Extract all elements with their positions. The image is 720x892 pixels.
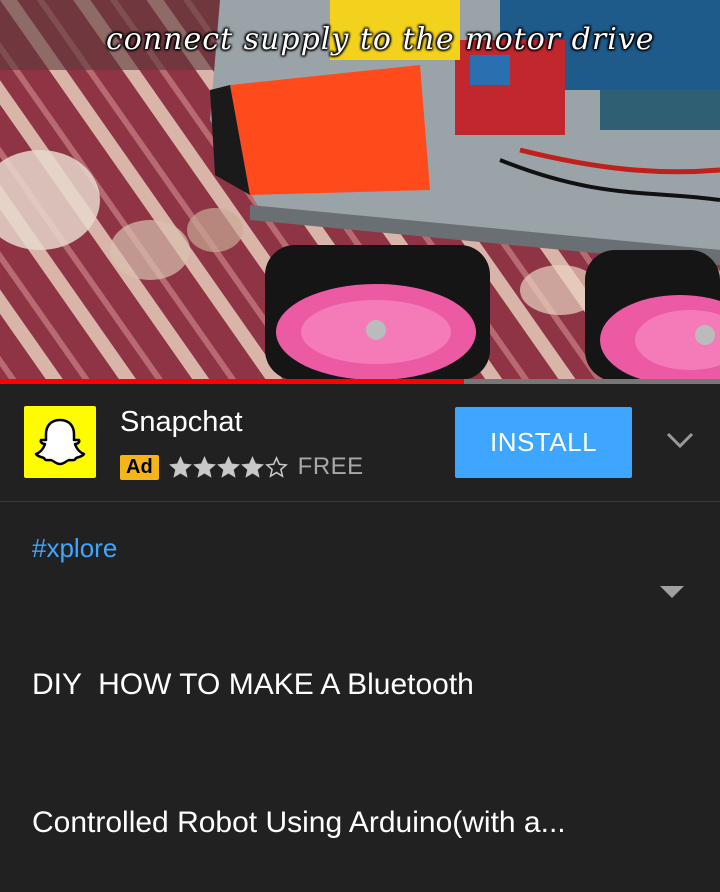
- video-title[interactable]: DIY HOW TO MAKE A Bluetooth Controlled R…: [32, 570, 632, 892]
- video-frame: [0, 0, 720, 381]
- video-player[interactable]: connect supply to the motor drive: [0, 0, 720, 381]
- snapchat-logo[interactable]: [24, 406, 96, 478]
- ad-price: FREE: [297, 453, 364, 480]
- star-filled-icon: [216, 455, 240, 478]
- ad-banner[interactable]: Snapchat Ad FREE INSTALL: [0, 384, 720, 502]
- ad-badge: Ad: [120, 454, 159, 480]
- ad-meta-row: Ad FREE: [120, 452, 364, 482]
- star-filled-icon: [240, 455, 264, 478]
- star-filled-icon: [192, 455, 216, 478]
- star-filled-icon: [168, 455, 192, 478]
- video-hashtag[interactable]: #xplore: [32, 533, 117, 564]
- snapchat-ghost-icon: [34, 418, 86, 466]
- rating-stars: [168, 455, 288, 479]
- ad-app-name: Snapchat: [120, 406, 243, 438]
- star-empty-icon: [264, 455, 288, 478]
- install-button[interactable]: INSTALL: [455, 407, 632, 478]
- video-title-line1: DIY HOW TO MAKE A Bluetooth: [32, 668, 474, 701]
- caret-down-icon[interactable]: [657, 583, 687, 601]
- chevron-down-icon[interactable]: [664, 430, 696, 452]
- video-title-line2: Controlled Robot Using Arduino(with a...: [32, 806, 566, 839]
- video-caption: connect supply to the motor drive: [106, 22, 655, 57]
